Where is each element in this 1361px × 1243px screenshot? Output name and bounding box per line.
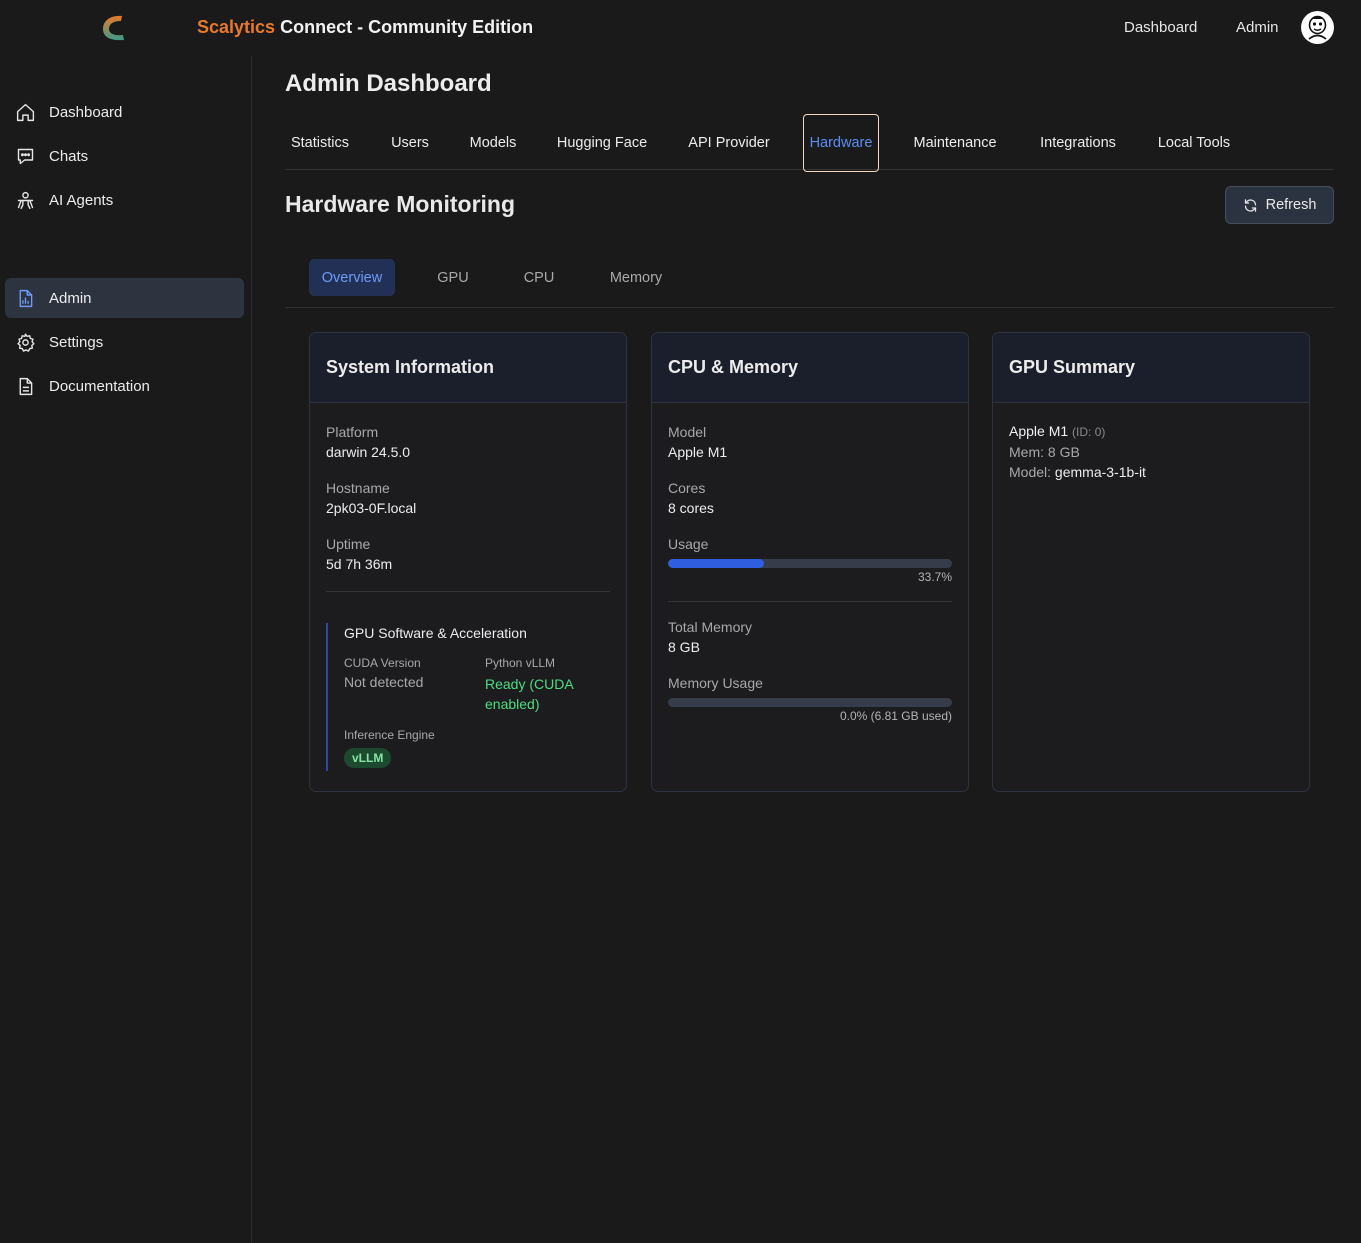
sidebar-item-chats[interactable]: Chats bbox=[5, 136, 244, 176]
hardware-monitoring-title: Hardware Monitoring bbox=[285, 191, 516, 217]
subtab-overview[interactable]: Overview bbox=[309, 259, 395, 296]
card-title: System Information bbox=[310, 333, 626, 403]
chat-icon bbox=[14, 145, 36, 167]
sidebar-item-dashboard[interactable]: Dashboard bbox=[5, 92, 244, 132]
sidebar-item-label: Admin bbox=[49, 289, 92, 307]
memory-usage-bar bbox=[668, 698, 952, 707]
gear-icon bbox=[14, 331, 36, 353]
memory-usage-text: 0.0% (6.81 GB used) bbox=[839, 709, 952, 723]
sidebar-item-ai-agents[interactable]: AI Agents bbox=[5, 180, 244, 220]
gpu-model-label: Model: bbox=[1009, 464, 1052, 480]
gpu-id: (ID: 0) bbox=[1072, 425, 1106, 439]
brand-accent: Scalytics bbox=[197, 17, 276, 37]
sidebar: Dashboard Chats AI Agents Admin Settings… bbox=[0, 56, 252, 1243]
gpu-model-value: gemma-3-1b-it bbox=[1054, 464, 1146, 480]
platform-label: Platform bbox=[326, 424, 379, 440]
top-bar: Scalytics Connect - Community Edition Da… bbox=[0, 0, 1361, 56]
model-label: Model bbox=[668, 424, 707, 440]
inference-engine-badge: vLLM bbox=[344, 748, 392, 768]
vllm-status: Ready (CUDA enabled) bbox=[485, 674, 605, 714]
tab-hardware[interactable]: Hardware bbox=[803, 114, 879, 172]
vllm-status-line2: enabled) bbox=[485, 696, 540, 712]
cores-label: Cores bbox=[668, 480, 706, 496]
tab-hugging-face[interactable]: Hugging Face bbox=[555, 114, 649, 172]
inference-engine-label: Inference Engine bbox=[344, 728, 435, 742]
subtab-memory[interactable]: Memory bbox=[599, 259, 673, 296]
document-icon bbox=[14, 375, 36, 397]
sidebar-item-label: Chats bbox=[49, 147, 89, 165]
app-title: Scalytics Connect - Community Edition bbox=[197, 17, 533, 38]
card-title: CPU & Memory bbox=[652, 333, 968, 403]
vllm-label: Python vLLM bbox=[485, 656, 556, 670]
refresh-button[interactable]: Refresh bbox=[1225, 186, 1334, 224]
divider bbox=[668, 601, 952, 602]
platform-value: darwin 24.5.0 bbox=[326, 444, 411, 460]
sidebar-item-settings[interactable]: Settings bbox=[5, 322, 244, 362]
gpu-summary-card: GPU Summary Apple M1 (ID: 0) Mem: 8 GB M… bbox=[992, 332, 1310, 792]
refresh-icon bbox=[1244, 198, 1256, 212]
divider bbox=[326, 591, 610, 592]
refresh-label: Refresh bbox=[1265, 197, 1317, 213]
gpu-entry: Apple M1 (ID: 0) Mem: 8 GB Model: gemma-… bbox=[1009, 421, 1146, 482]
usage-label: Usage bbox=[668, 536, 709, 552]
sidebar-item-admin[interactable]: Admin bbox=[5, 278, 244, 318]
admin-chart-icon bbox=[14, 287, 36, 309]
card-title: GPU Summary bbox=[993, 333, 1309, 403]
top-nav-dashboard[interactable]: Dashboard bbox=[1124, 19, 1197, 36]
cpu-usage-fill bbox=[668, 559, 764, 568]
sidebar-item-label: AI Agents bbox=[49, 191, 114, 209]
subtab-cpu[interactable]: CPU bbox=[513, 259, 565, 296]
page-title: Admin Dashboard bbox=[285, 70, 492, 97]
gpu-software-title: GPU Software & Acceleration bbox=[344, 625, 527, 641]
tab-maintenance[interactable]: Maintenance bbox=[911, 114, 999, 172]
scalytics-logo-icon[interactable] bbox=[100, 13, 126, 43]
tab-statistics[interactable]: Statistics bbox=[285, 114, 355, 172]
cpu-usage-percent: 33.7% bbox=[917, 570, 952, 584]
gpu-software-section: GPU Software & Acceleration CUDA Version… bbox=[326, 623, 610, 771]
total-memory-label: Total Memory bbox=[668, 619, 753, 635]
vllm-status-line1: Ready (CUDA bbox=[485, 676, 574, 692]
tab-local-tools[interactable]: Local Tools bbox=[1155, 114, 1233, 172]
gpu-mem-label: Mem: bbox=[1009, 444, 1044, 460]
sidebar-item-documentation[interactable]: Documentation bbox=[5, 366, 244, 406]
tab-api-provider[interactable]: API Provider bbox=[686, 114, 772, 172]
uptime-value: 5d 7h 36m bbox=[326, 556, 393, 572]
hostname-value: 2pk03-0F.local bbox=[326, 500, 417, 516]
uptime-label: Uptime bbox=[326, 536, 371, 552]
system-information-card: System Information Platform darwin 24.5.… bbox=[309, 332, 627, 792]
avatar[interactable] bbox=[1301, 11, 1334, 44]
total-memory-value: 8 GB bbox=[668, 639, 700, 655]
sidebar-item-label: Documentation bbox=[49, 377, 150, 395]
user-avatar-icon bbox=[1301, 11, 1334, 44]
home-icon bbox=[14, 101, 36, 123]
model-value: Apple M1 bbox=[668, 444, 728, 460]
brand-rest: Connect - Community Edition bbox=[280, 17, 534, 37]
cuda-label: CUDA Version bbox=[344, 656, 421, 670]
tab-integrations[interactable]: Integrations bbox=[1036, 114, 1120, 172]
subtab-gpu[interactable]: GPU bbox=[428, 259, 478, 296]
cuda-value: Not detected bbox=[344, 674, 424, 690]
hardware-subtabs: Overview GPU CPU Memory bbox=[285, 259, 1334, 308]
cores-value: 8 cores bbox=[668, 500, 714, 516]
gpu-name: Apple M1 bbox=[1009, 423, 1069, 439]
tab-models[interactable]: Models bbox=[467, 114, 519, 172]
cpu-usage-bar bbox=[668, 559, 952, 568]
sidebar-item-label: Settings bbox=[49, 333, 104, 351]
tab-users[interactable]: Users bbox=[387, 114, 433, 172]
gpu-mem-value: 8 GB bbox=[1047, 444, 1080, 460]
top-nav-admin[interactable]: Admin bbox=[1236, 19, 1279, 36]
cpu-memory-card: CPU & Memory Model Apple M1 Cores 8 core… bbox=[651, 332, 969, 792]
memory-usage-label: Memory Usage bbox=[668, 675, 763, 691]
hostname-label: Hostname bbox=[326, 480, 390, 496]
sidebar-item-label: Dashboard bbox=[49, 103, 123, 121]
agents-icon bbox=[14, 189, 36, 211]
admin-tabs: Statistics Users Models Hugging Face API… bbox=[285, 114, 1334, 172]
